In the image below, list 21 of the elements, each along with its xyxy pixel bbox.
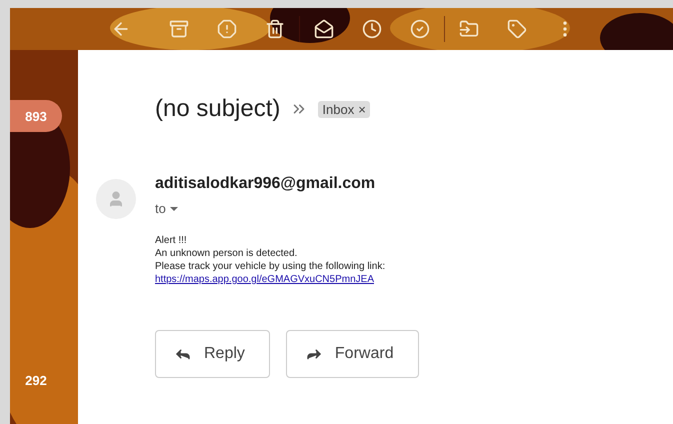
mail-icon[interactable] bbox=[314, 19, 334, 39]
delete-icon[interactable] bbox=[265, 19, 285, 39]
recipient-dropdown[interactable]: to bbox=[155, 201, 673, 216]
unread-count[interactable]: 292 bbox=[10, 364, 62, 396]
archive-icon[interactable] bbox=[169, 19, 189, 39]
sender-email: aditisalodkar996@gmail.com bbox=[155, 175, 376, 193]
reply-button[interactable]: Reply bbox=[155, 330, 270, 378]
message-line: Alert !!! bbox=[155, 234, 187, 247]
folder-icon[interactable] bbox=[459, 19, 479, 39]
label-tag: Inbox × bbox=[318, 100, 370, 118]
forward-button[interactable]: Forward bbox=[286, 330, 419, 378]
clock-icon[interactable] bbox=[362, 19, 382, 39]
message-line: Please track your vehicle by using the following link: bbox=[155, 260, 386, 273]
message-line: An unknown person is detected. bbox=[155, 247, 298, 260]
tracking-link[interactable]: https://maps.app.goo.gl/eGMAGVxuCN5PmnJEA bbox=[155, 273, 374, 286]
label-icon[interactable] bbox=[507, 19, 527, 39]
avatar bbox=[96, 179, 136, 219]
remove-label-icon[interactable]: × bbox=[358, 102, 366, 116]
email-subject: (no subject) bbox=[155, 95, 280, 123]
task-icon[interactable] bbox=[410, 19, 430, 39]
report-spam-icon[interactable] bbox=[217, 19, 237, 39]
